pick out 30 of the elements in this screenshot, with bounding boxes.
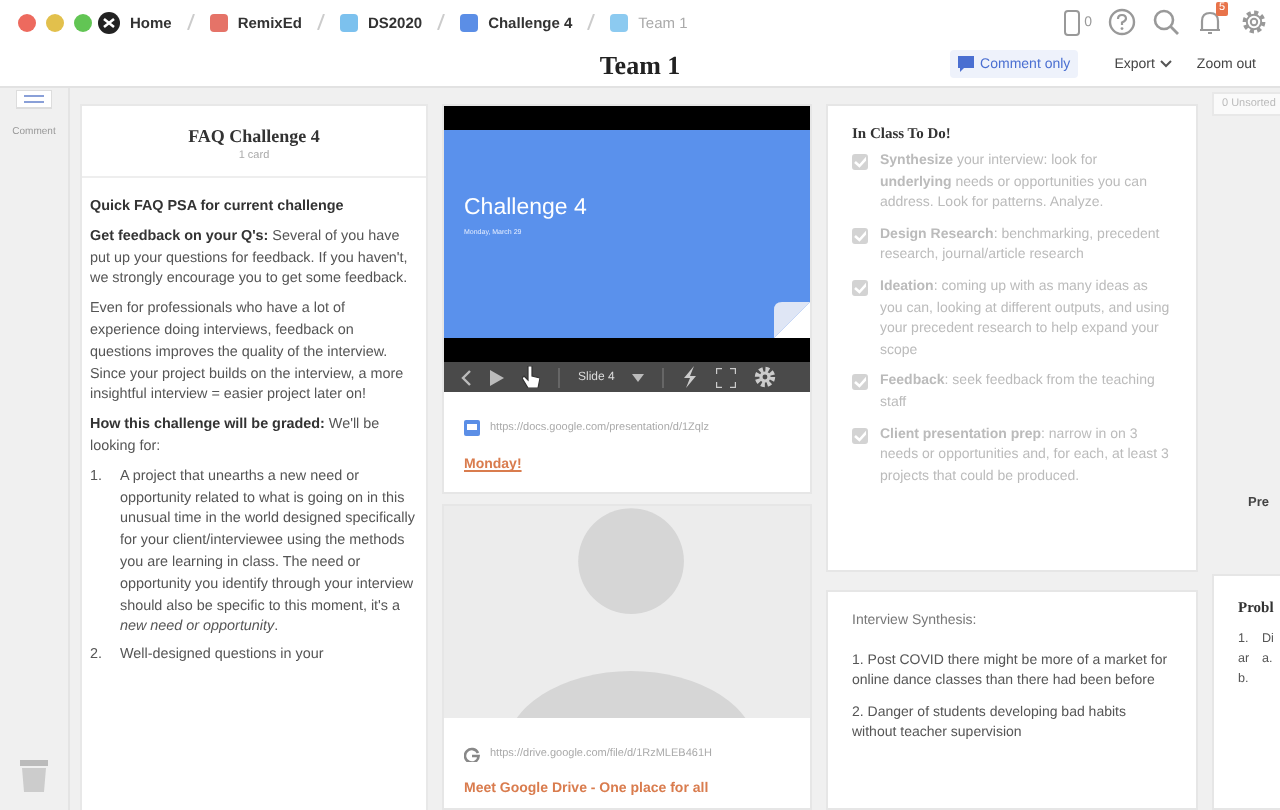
breadcrumb-separator-icon <box>185 14 196 30</box>
slide-title: Challenge 4 <box>464 196 589 220</box>
logo-icon[interactable] <box>98 11 120 33</box>
window-close-button[interactable] <box>18 13 36 31</box>
settings-icon[interactable] <box>1240 8 1268 36</box>
search-icon[interactable] <box>1152 8 1180 36</box>
checkbox[interactable] <box>852 279 868 296</box>
column-title: FAQ Challenge 4 <box>186 126 322 146</box>
caret-icon[interactable] <box>632 373 645 381</box>
checkbox[interactable] <box>852 374 868 391</box>
settings-icon[interactable] <box>754 366 777 388</box>
breadcrumb-separator-icon <box>315 14 326 30</box>
board-title: Team 1 <box>599 49 681 81</box>
caret-icon <box>1160 60 1173 68</box>
pointer-cursor-icon <box>522 366 540 388</box>
checkbox[interactable] <box>852 427 868 444</box>
checkbox[interactable] <box>852 227 868 244</box>
phone-icon[interactable] <box>1064 9 1081 35</box>
previous-slide-button[interactable] <box>460 369 472 385</box>
window-minimize-button[interactable] <box>46 13 64 31</box>
comment-icon <box>958 56 975 72</box>
checkbox[interactable] <box>852 154 868 170</box>
play-button[interactable] <box>490 369 504 385</box>
lightning-icon[interactable] <box>682 366 699 388</box>
notification-bell-icon[interactable] <box>1196 8 1224 36</box>
window-maximize-button[interactable] <box>74 13 92 31</box>
help-icon[interactable] <box>1108 8 1136 36</box>
breadcrumb-separator-icon <box>586 14 597 30</box>
breadcrumb-separator-icon <box>436 14 447 30</box>
fullscreen-icon[interactable] <box>716 367 737 387</box>
